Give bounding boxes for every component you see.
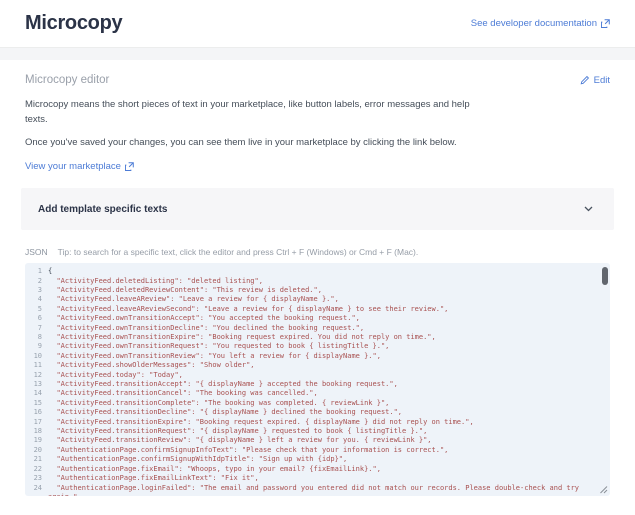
- edit-button-label: Edit: [594, 75, 610, 86]
- line-number: 16: [29, 408, 42, 417]
- line-number: 3: [29, 286, 42, 295]
- code-line: 1{: [29, 267, 610, 276]
- page-title: Microcopy: [25, 12, 122, 35]
- line-number: 11: [29, 361, 42, 370]
- code-line: 20 "AuthenticationPage.confirmSignupInfo…: [29, 446, 610, 455]
- code-text: "AuthenticationPage.fixEmail": "Whoops, …: [48, 465, 610, 474]
- code-line: 8 "ActivityFeed.ownTransitionExpire": "B…: [29, 333, 610, 342]
- code-line: 9 "ActivityFeed.ownTransitionRequest": "…: [29, 342, 610, 351]
- code-text: "AuthenticationPage.confirmSignupWithIdp…: [48, 455, 610, 464]
- code-text: "ActivityFeed.transitionExpire": "Bookin…: [48, 418, 610, 427]
- chevron-down-icon: [584, 206, 593, 212]
- panel-title: Microcopy editor: [25, 74, 109, 86]
- code-text: "ActivityFeed.ownTransitionAccept": "You…: [48, 314, 610, 323]
- code-text: "ActivityFeed.ownTransitionDecline": "Yo…: [48, 324, 610, 333]
- line-number: 21: [29, 455, 42, 464]
- view-marketplace-link[interactable]: View your marketplace: [25, 161, 134, 172]
- line-number: 19: [29, 436, 42, 445]
- code-text: "ActivityFeed.deletedListing": "deleted …: [48, 277, 610, 286]
- pencil-icon: [580, 75, 590, 85]
- description-paragraph-1: Microcopy means the short pieces of text…: [25, 98, 480, 127]
- line-number: 17: [29, 418, 42, 427]
- code-line: 11 "ActivityFeed.showOlderMessages": "Sh…: [29, 361, 610, 370]
- line-number: 5: [29, 305, 42, 314]
- code-text: "ActivityFeed.transitionRequest": "{ dis…: [48, 427, 610, 436]
- external-link-icon: [601, 19, 610, 28]
- line-number: 18: [29, 427, 42, 436]
- top-header: Microcopy See developer documentation: [0, 0, 635, 48]
- code-text: "ActivityFeed.showOlderMessages": "Show …: [48, 361, 610, 370]
- code-line: 4 "ActivityFeed.leaveAReview": "Leave a …: [29, 295, 610, 304]
- code-text: "AuthenticationPage.loginFailed": "The e…: [48, 484, 610, 497]
- edit-button[interactable]: Edit: [580, 75, 610, 86]
- code-line: 5 "ActivityFeed.leaveAReviewSecond": "Le…: [29, 305, 610, 314]
- line-number: 6: [29, 314, 42, 323]
- line-number: 23: [29, 474, 42, 483]
- line-number: 4: [29, 295, 42, 304]
- developer-documentation-link[interactable]: See developer documentation: [471, 18, 610, 29]
- code-line: 22 "AuthenticationPage.fixEmail": "Whoop…: [29, 465, 610, 474]
- code-area: 1{2 "ActivityFeed.deletedListing": "dele…: [29, 267, 610, 496]
- code-line: 17 "ActivityFeed.transitionExpire": "Boo…: [29, 418, 610, 427]
- line-number: 22: [29, 465, 42, 474]
- line-number: 24: [29, 484, 42, 497]
- code-text: "ActivityFeed.transitionDecline": "{ dis…: [48, 408, 610, 417]
- code-line: 24 "AuthenticationPage.loginFailed": "Th…: [29, 484, 610, 497]
- code-line: 3 "ActivityFeed.deletedReviewContent": "…: [29, 286, 610, 295]
- code-line: 2 "ActivityFeed.deletedListing": "delete…: [29, 277, 610, 286]
- developer-documentation-link-label: See developer documentation: [471, 18, 597, 29]
- line-number: 2: [29, 277, 42, 286]
- code-text: "ActivityFeed.ownTransitionReview": "You…: [48, 352, 610, 361]
- view-marketplace-link-label: View your marketplace: [25, 161, 121, 172]
- code-text: "ActivityFeed.transitionReview": "{ disp…: [48, 436, 610, 445]
- line-number: 20: [29, 446, 42, 455]
- code-line: 15 "ActivityFeed.transitionComplete": "T…: [29, 399, 610, 408]
- code-text: "ActivityFeed.ownTransitionRequest": "Yo…: [48, 342, 610, 351]
- code-text: "ActivityFeed.leaveAReviewSecond": "Leav…: [48, 305, 610, 314]
- line-number: 8: [29, 333, 42, 342]
- code-line: 12 "ActivityFeed.today": "Today",: [29, 371, 610, 380]
- line-number: 14: [29, 389, 42, 398]
- line-number: 1: [29, 267, 42, 276]
- code-line: 6 "ActivityFeed.ownTransitionAccept": "Y…: [29, 314, 610, 323]
- line-number: 10: [29, 352, 42, 361]
- line-number: 13: [29, 380, 42, 389]
- code-line: 13 "ActivityFeed.transitionAccept": "{ d…: [29, 380, 610, 389]
- code-line: 10 "ActivityFeed.ownTransitionReview": "…: [29, 352, 610, 361]
- external-link-icon: [125, 162, 134, 171]
- code-line: 16 "ActivityFeed.transitionDecline": "{ …: [29, 408, 610, 417]
- code-line: 21 "AuthenticationPage.confirmSignupWith…: [29, 455, 610, 464]
- json-code-editor[interactable]: 1{2 "ActivityFeed.deletedListing": "dele…: [25, 263, 610, 496]
- page-background-strip: [0, 48, 635, 60]
- code-text: "AuthenticationPage.confirmSignupInfoTex…: [48, 446, 610, 455]
- code-text: "ActivityFeed.transitionComplete": "The …: [48, 399, 610, 408]
- microcopy-editor-panel: Microcopy editor Edit Microcopy means th…: [0, 60, 635, 496]
- code-text: "ActivityFeed.today": "Today",: [48, 371, 610, 380]
- code-text: "ActivityFeed.deletedReviewContent": "Th…: [48, 286, 610, 295]
- code-text: "ActivityFeed.leaveAReview": "Leave a re…: [48, 295, 610, 304]
- description-paragraph-2: Once you've saved your changes, you can …: [25, 136, 480, 151]
- add-template-texts-expander[interactable]: Add template specific texts: [21, 188, 614, 230]
- code-line: 23 "AuthenticationPage.fixEmailLinkText"…: [29, 474, 610, 483]
- code-line: 18 "ActivityFeed.transitionRequest": "{ …: [29, 427, 610, 436]
- resize-handle[interactable]: [598, 484, 608, 494]
- add-template-texts-label: Add template specific texts: [38, 204, 167, 215]
- line-number: 12: [29, 371, 42, 380]
- code-text: "ActivityFeed.ownTransitionExpire": "Boo…: [48, 333, 610, 342]
- code-text: {: [48, 267, 610, 276]
- editor-tip-text: Tip: to search for a specific text, clic…: [58, 247, 419, 257]
- code-text: "ActivityFeed.transitionAccept": "{ disp…: [48, 380, 610, 389]
- code-line: 14 "ActivityFeed.transitionCancel": "The…: [29, 389, 610, 398]
- format-label: JSON: [25, 247, 48, 257]
- editor-scrollbar-thumb[interactable]: [602, 267, 608, 285]
- line-number: 7: [29, 324, 42, 333]
- code-line: 7 "ActivityFeed.ownTransitionDecline": "…: [29, 324, 610, 333]
- code-line: 19 "ActivityFeed.transitionReview": "{ d…: [29, 436, 610, 445]
- code-text: "ActivityFeed.transitionCancel": "The bo…: [48, 389, 610, 398]
- line-number: 9: [29, 342, 42, 351]
- line-number: 15: [29, 399, 42, 408]
- code-text: "AuthenticationPage.fixEmailLinkText": "…: [48, 474, 610, 483]
